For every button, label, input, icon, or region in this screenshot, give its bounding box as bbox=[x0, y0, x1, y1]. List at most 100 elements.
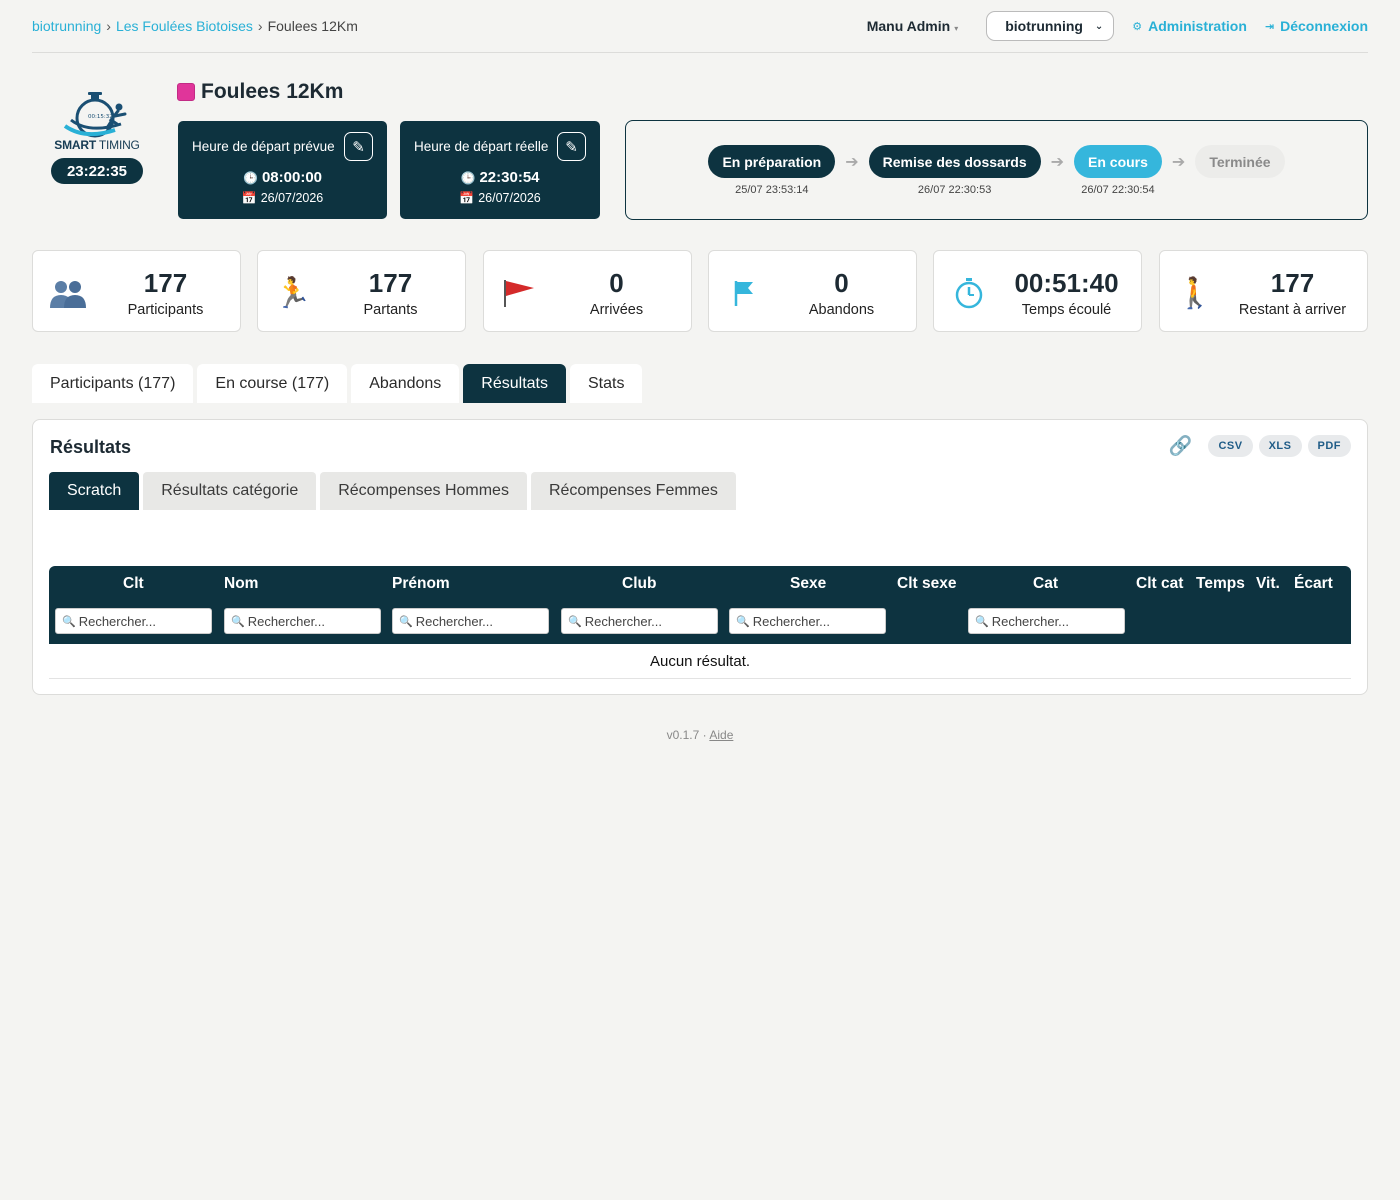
link-icon[interactable]: 🔗 bbox=[1169, 434, 1193, 458]
tab-resultats[interactable]: Résultats bbox=[463, 364, 566, 403]
filter-clt-input[interactable]: 🔍 Rechercher... bbox=[55, 608, 212, 634]
top-bar: biotrunning › Les Foulées Biotoises › Fo… bbox=[32, 0, 1368, 53]
subtab-recompenses-femmes[interactable]: Récompenses Femmes bbox=[530, 472, 736, 510]
help-link[interactable]: Aide bbox=[709, 728, 733, 742]
stopwatch-icon bbox=[950, 275, 988, 311]
column-header-temps[interactable]: Temps bbox=[1196, 575, 1245, 593]
edit-planned-start-button[interactable]: ✎ bbox=[344, 132, 373, 161]
clock-icon: 🕒 bbox=[243, 171, 258, 185]
subtab-recompenses-hommes[interactable]: Récompenses Hommes bbox=[320, 472, 527, 510]
stat-card-starters: 🏃 177 Partants bbox=[257, 250, 466, 332]
search-icon: 🔍 bbox=[736, 615, 750, 628]
breadcrumb-separator: › bbox=[257, 18, 263, 34]
column-header-clt-sexe[interactable]: Clt sexe bbox=[897, 575, 956, 593]
tab-abandons[interactable]: Abandons bbox=[351, 364, 460, 403]
tab-stats[interactable]: Stats bbox=[570, 364, 643, 403]
tab-participants[interactable]: Participants (177) bbox=[32, 364, 194, 403]
stat-value: 177 bbox=[368, 268, 413, 298]
column-header-sexe[interactable]: Sexe bbox=[790, 575, 826, 593]
user-menu[interactable]: Manu Admin ▾ bbox=[867, 18, 959, 34]
stat-card-participants: 177 Participants bbox=[32, 250, 241, 332]
export-xls-button[interactable]: XLS bbox=[1258, 435, 1302, 457]
export-actions: 🔗 CSV XLS PDF bbox=[1169, 434, 1351, 458]
administration-link[interactable]: ⚙ Administration bbox=[1132, 18, 1247, 34]
stat-label: Temps écoulé bbox=[1021, 302, 1112, 318]
clock-icon: 🕒 bbox=[460, 171, 476, 185]
filter-cat-input[interactable]: 🔍 Rechercher... bbox=[968, 608, 1125, 634]
organization-select-value: biotrunning bbox=[1005, 18, 1083, 34]
finish-flag-icon bbox=[500, 275, 538, 311]
filter-placeholder: Rechercher... bbox=[584, 613, 663, 629]
stat-label: Partants bbox=[363, 302, 418, 318]
search-icon: 🔍 bbox=[62, 615, 76, 628]
status-step-in-progress[interactable]: En cours 26/07 22:30:54 bbox=[1074, 145, 1162, 196]
breadcrumb-current: Foulees 12Km bbox=[267, 18, 358, 34]
status-step-preparation[interactable]: En préparation 25/07 23:53:14 bbox=[708, 145, 836, 196]
stat-label: Arrivées bbox=[589, 302, 644, 318]
column-header-ecart[interactable]: Écart bbox=[1294, 575, 1333, 593]
actual-start-date: 26/07/2026 bbox=[478, 191, 541, 205]
logout-label: Déconnexion bbox=[1280, 18, 1368, 34]
pencil-icon: ✎ bbox=[565, 138, 578, 156]
chevron-down-icon: ⌄ bbox=[1094, 20, 1104, 32]
column-header-cat[interactable]: Cat bbox=[1033, 575, 1058, 593]
organization-select[interactable]: biotrunning ⌄ bbox=[986, 11, 1115, 41]
tab-en-course[interactable]: En course (177) bbox=[197, 364, 348, 403]
planned-start-card: Heure de départ prévue ✎ 🕒 08:00:00 📅 26/0… bbox=[178, 121, 387, 219]
results-table-header: Clt Nom Prénom Club Sexe Clt sexe Cat Cl… bbox=[49, 566, 1351, 644]
status-step-finished[interactable]: Terminée bbox=[1195, 145, 1285, 178]
column-header-nom[interactable]: Nom bbox=[224, 575, 258, 593]
filter-nom-input[interactable]: 🔍 Rechercher... bbox=[224, 608, 381, 634]
panel-title: Résultats bbox=[50, 437, 132, 457]
column-header-prenom[interactable]: Prénom bbox=[392, 575, 450, 593]
stat-label: Participants bbox=[127, 302, 204, 318]
edit-actual-start-button[interactable]: ✎ bbox=[557, 132, 586, 161]
status-pill: En préparation bbox=[708, 145, 836, 178]
column-header-club[interactable]: Club bbox=[622, 575, 656, 593]
stat-card-dropouts: 0 Abandons bbox=[708, 250, 917, 332]
subtab-scratch[interactable]: Scratch bbox=[49, 472, 140, 510]
arrow-right-icon: ➔ bbox=[845, 154, 859, 171]
empty-results-message: Aucun résultat. bbox=[49, 644, 1351, 679]
breadcrumb-event[interactable]: Les Foulées Biotoises bbox=[116, 18, 253, 34]
subtab-resultats-categorie[interactable]: Résultats catégorie bbox=[143, 472, 317, 510]
filter-placeholder: Rechercher... bbox=[415, 613, 494, 629]
current-clock: 23:22:35 bbox=[51, 158, 143, 184]
gear-icon: ⚙ bbox=[1132, 20, 1143, 33]
arrow-right-icon: ➔ bbox=[1050, 154, 1065, 171]
status-pill: Remise des dossards bbox=[868, 145, 1041, 178]
administration-label: Administration bbox=[1148, 18, 1247, 34]
stat-value: 177 bbox=[1270, 268, 1315, 298]
column-header-clt-cat[interactable]: Clt cat bbox=[1136, 575, 1183, 593]
filter-placeholder: Rechercher... bbox=[78, 613, 157, 629]
stat-value: 00:51:40 bbox=[1014, 268, 1119, 298]
export-csv-button[interactable]: CSV bbox=[1208, 435, 1253, 457]
export-pdf-button[interactable]: PDF bbox=[1307, 435, 1351, 457]
planned-start-date: 26/07/2026 bbox=[260, 191, 324, 205]
breadcrumb-org[interactable]: biotrunning bbox=[32, 18, 101, 34]
walker-icon: 🚶 bbox=[1176, 276, 1214, 310]
logout-link[interactable]: ⇥ Déconnexion bbox=[1265, 18, 1368, 34]
status-step-bib-distribution[interactable]: Remise des dossards 26/07 22:30:53 bbox=[868, 145, 1041, 196]
smart-timing-logo: 00:15:32 SMART TIMING 23:22:35 bbox=[48, 90, 146, 202]
calendar-icon: 📅 bbox=[459, 191, 475, 205]
filter-placeholder: Rechercher... bbox=[752, 613, 831, 629]
status-timestamp: 26/07 22:30:53 bbox=[917, 184, 992, 196]
watch-face-text: 00:15:32 bbox=[88, 114, 113, 120]
group-icon bbox=[49, 275, 87, 311]
flag-icon bbox=[725, 275, 763, 311]
filter-club-input[interactable]: 🔍 Rechercher... bbox=[561, 608, 718, 634]
actual-start-time: 22:30:54 bbox=[479, 169, 540, 186]
stat-value: 177 bbox=[143, 268, 188, 298]
main-tabs: Participants (177) En course (177) Aband… bbox=[32, 364, 643, 403]
column-header-vit[interactable]: Vit. bbox=[1256, 575, 1280, 593]
filter-sexe-input[interactable]: 🔍 Rechercher... bbox=[729, 608, 886, 634]
logout-icon: ⇥ bbox=[1264, 20, 1275, 33]
column-header-clt[interactable]: Clt bbox=[123, 575, 144, 593]
stat-label: Abandons bbox=[808, 302, 875, 318]
stat-value: 0 bbox=[609, 268, 624, 298]
search-icon: 🔍 bbox=[975, 615, 989, 628]
race-status-stepper: En préparation 25/07 23:53:14 ➔ Remise d… bbox=[625, 120, 1368, 220]
status-pill: En cours bbox=[1074, 145, 1162, 178]
filter-prenom-input[interactable]: 🔍 Rechercher... bbox=[392, 608, 549, 634]
